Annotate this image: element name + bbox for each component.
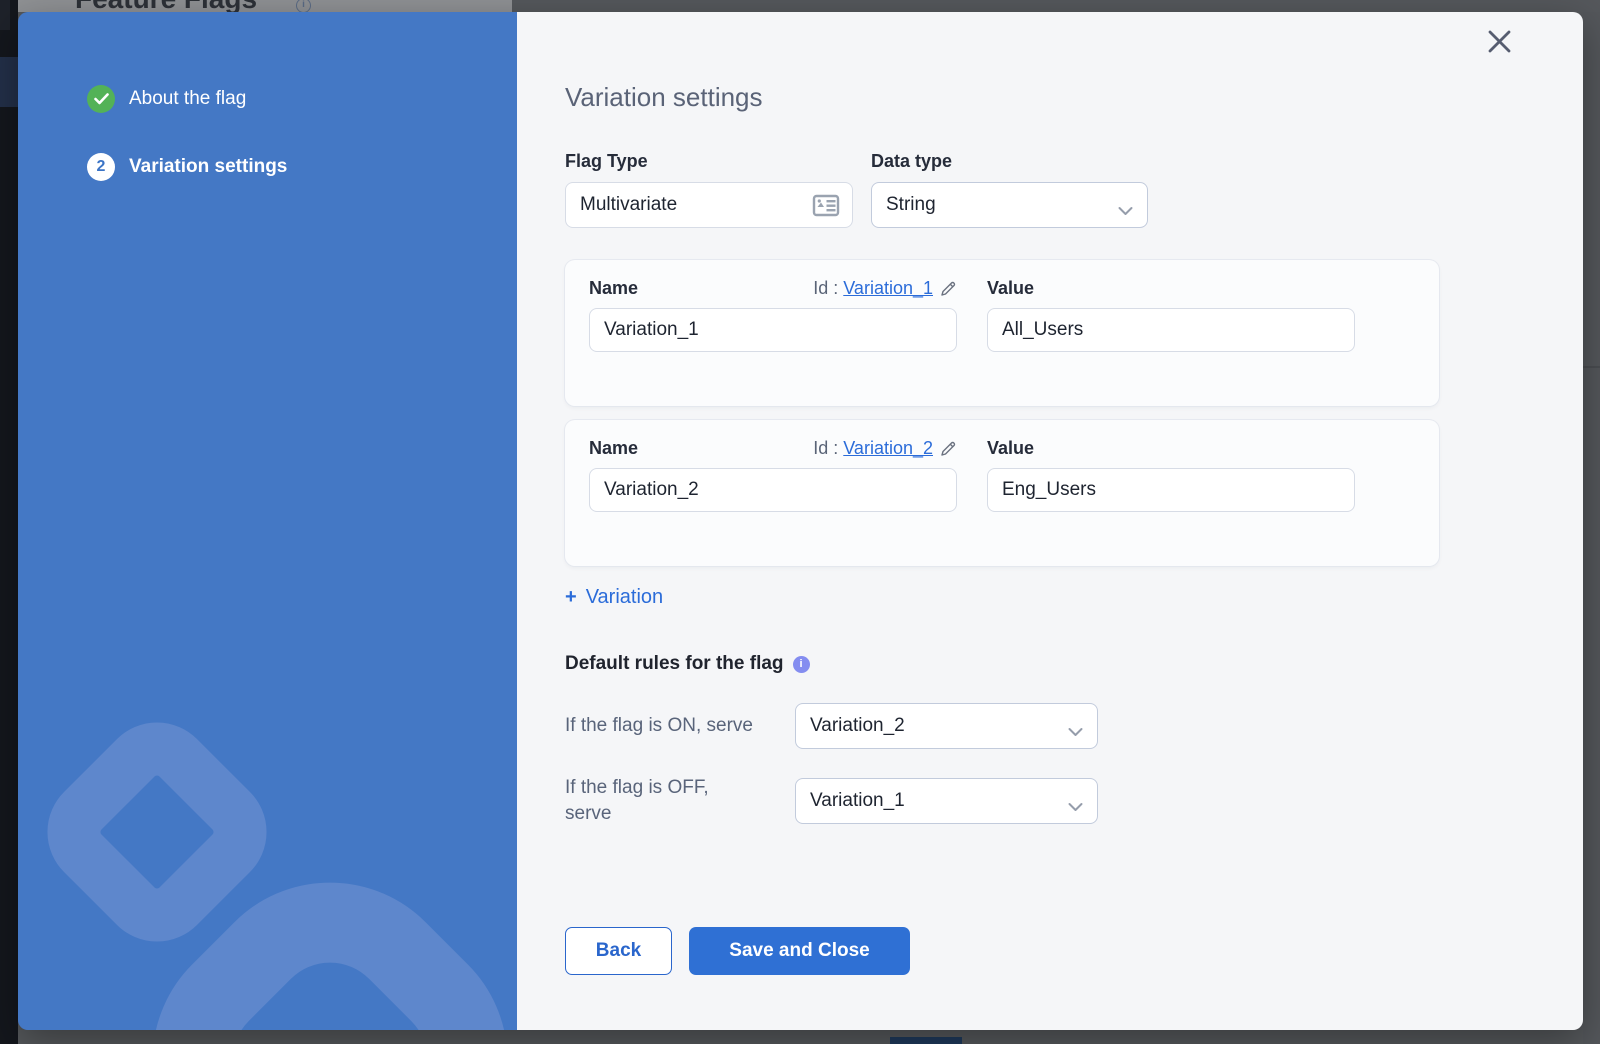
add-variation-button[interactable]: + Variation	[565, 586, 663, 609]
multivariate-card-icon	[812, 193, 840, 223]
data-type-value: String	[886, 194, 936, 216]
info-icon: i	[296, 0, 311, 12]
flag-setup-dialog: About the flag 2 Variation settings Vari…	[18, 12, 1583, 1030]
flag-type-input[interactable]	[566, 194, 852, 216]
save-and-close-button[interactable]: Save and Close	[689, 927, 910, 975]
type-fields-row: Flag Type	[565, 150, 1583, 228]
data-type-select[interactable]: String	[871, 182, 1148, 228]
variation-value-field[interactable]	[987, 468, 1355, 512]
variation-id-link[interactable]: Variation_2	[843, 438, 933, 459]
step-label: Variation settings	[129, 156, 287, 178]
backdrop-bottom	[18, 1030, 1583, 1044]
step-about-the-flag[interactable]: About the flag	[87, 85, 517, 113]
back-button[interactable]: Back	[565, 927, 672, 975]
variation-name-label: Name	[589, 437, 638, 459]
info-icon[interactable]: i	[793, 656, 810, 673]
background-sidebar-active-item	[0, 57, 18, 107]
edit-pencil-icon[interactable]	[940, 280, 957, 297]
flag-off-label: If the flag is OFF, serve	[565, 775, 745, 827]
add-variation-label: Variation	[586, 586, 663, 609]
flag-on-select[interactable]: Variation_2	[795, 703, 1098, 749]
variation-id-link[interactable]: Variation_1	[843, 278, 933, 299]
variation-name-field[interactable]	[589, 308, 957, 352]
background-page-header: Feature Flags i	[18, 0, 1600, 12]
variation-name-label: Name	[589, 277, 638, 299]
dialog-footer: Back Save and Close	[565, 927, 1583, 975]
data-type-group: Data type String	[871, 150, 1148, 228]
backdrop-seam	[1583, 366, 1600, 368]
dialog-content: Variation settings Flag Type	[517, 12, 1583, 1030]
flag-off-value: Variation_1	[810, 790, 905, 812]
variation-value-label: Value	[987, 277, 1034, 299]
plus-icon: +	[565, 586, 577, 609]
flag-type-field[interactable]	[565, 182, 853, 228]
default-rules-heading-text: Default rules for the flag	[565, 653, 784, 675]
variation-value-field[interactable]	[987, 308, 1355, 352]
variation-value-label: Value	[987, 437, 1034, 459]
wizard-steps: About the flag 2 Variation settings	[18, 12, 517, 181]
step-label: About the flag	[129, 88, 246, 110]
background-header-panel: Feature Flags i	[18, 0, 512, 12]
flag-off-rule-row: If the flag is OFF, serve Variation_1	[565, 775, 1583, 827]
chevron-down-icon	[1118, 200, 1133, 222]
variation-id-prefix: Id :	[813, 438, 838, 459]
flag-on-label: If the flag is ON, serve	[565, 713, 795, 739]
variation-id-prefix: Id :	[813, 278, 838, 299]
variation-name-field[interactable]	[589, 468, 957, 512]
step-complete-check-icon	[87, 85, 115, 113]
chevron-down-icon	[1068, 721, 1083, 743]
variation-card: Name Id : Variation_2	[565, 420, 1439, 566]
variation-name-input[interactable]	[590, 479, 956, 501]
variation-name-input[interactable]	[590, 319, 956, 341]
background-page-title: Feature Flags	[75, 0, 257, 12]
variation-value-input[interactable]	[988, 319, 1354, 341]
flag-on-rule-row: If the flag is ON, serve Variation_2	[565, 703, 1583, 749]
wizard-sidebar: About the flag 2 Variation settings	[18, 12, 517, 1030]
background-app-sidebar	[0, 0, 18, 1044]
data-type-label: Data type	[871, 150, 1148, 172]
edit-pencil-icon[interactable]	[940, 440, 957, 457]
background-app-logo	[0, 0, 10, 30]
variation-value-input[interactable]	[988, 479, 1354, 501]
page-title: Variation settings	[565, 84, 1583, 110]
backdrop-right	[1583, 12, 1600, 1044]
flag-off-select[interactable]: Variation_1	[795, 778, 1098, 824]
chevron-down-icon	[1068, 796, 1083, 818]
step-variation-settings[interactable]: 2 Variation settings	[87, 153, 517, 181]
close-icon[interactable]	[1486, 28, 1513, 55]
default-rules-heading: Default rules for the flag i	[565, 653, 1583, 675]
background-navy-element	[890, 1037, 962, 1044]
flag-type-group: Flag Type	[565, 150, 853, 228]
flag-on-value: Variation_2	[810, 715, 905, 737]
variation-card: Name Id : Variation_1	[565, 260, 1439, 406]
step-number-badge: 2	[87, 153, 115, 181]
flag-type-label: Flag Type	[565, 150, 853, 172]
